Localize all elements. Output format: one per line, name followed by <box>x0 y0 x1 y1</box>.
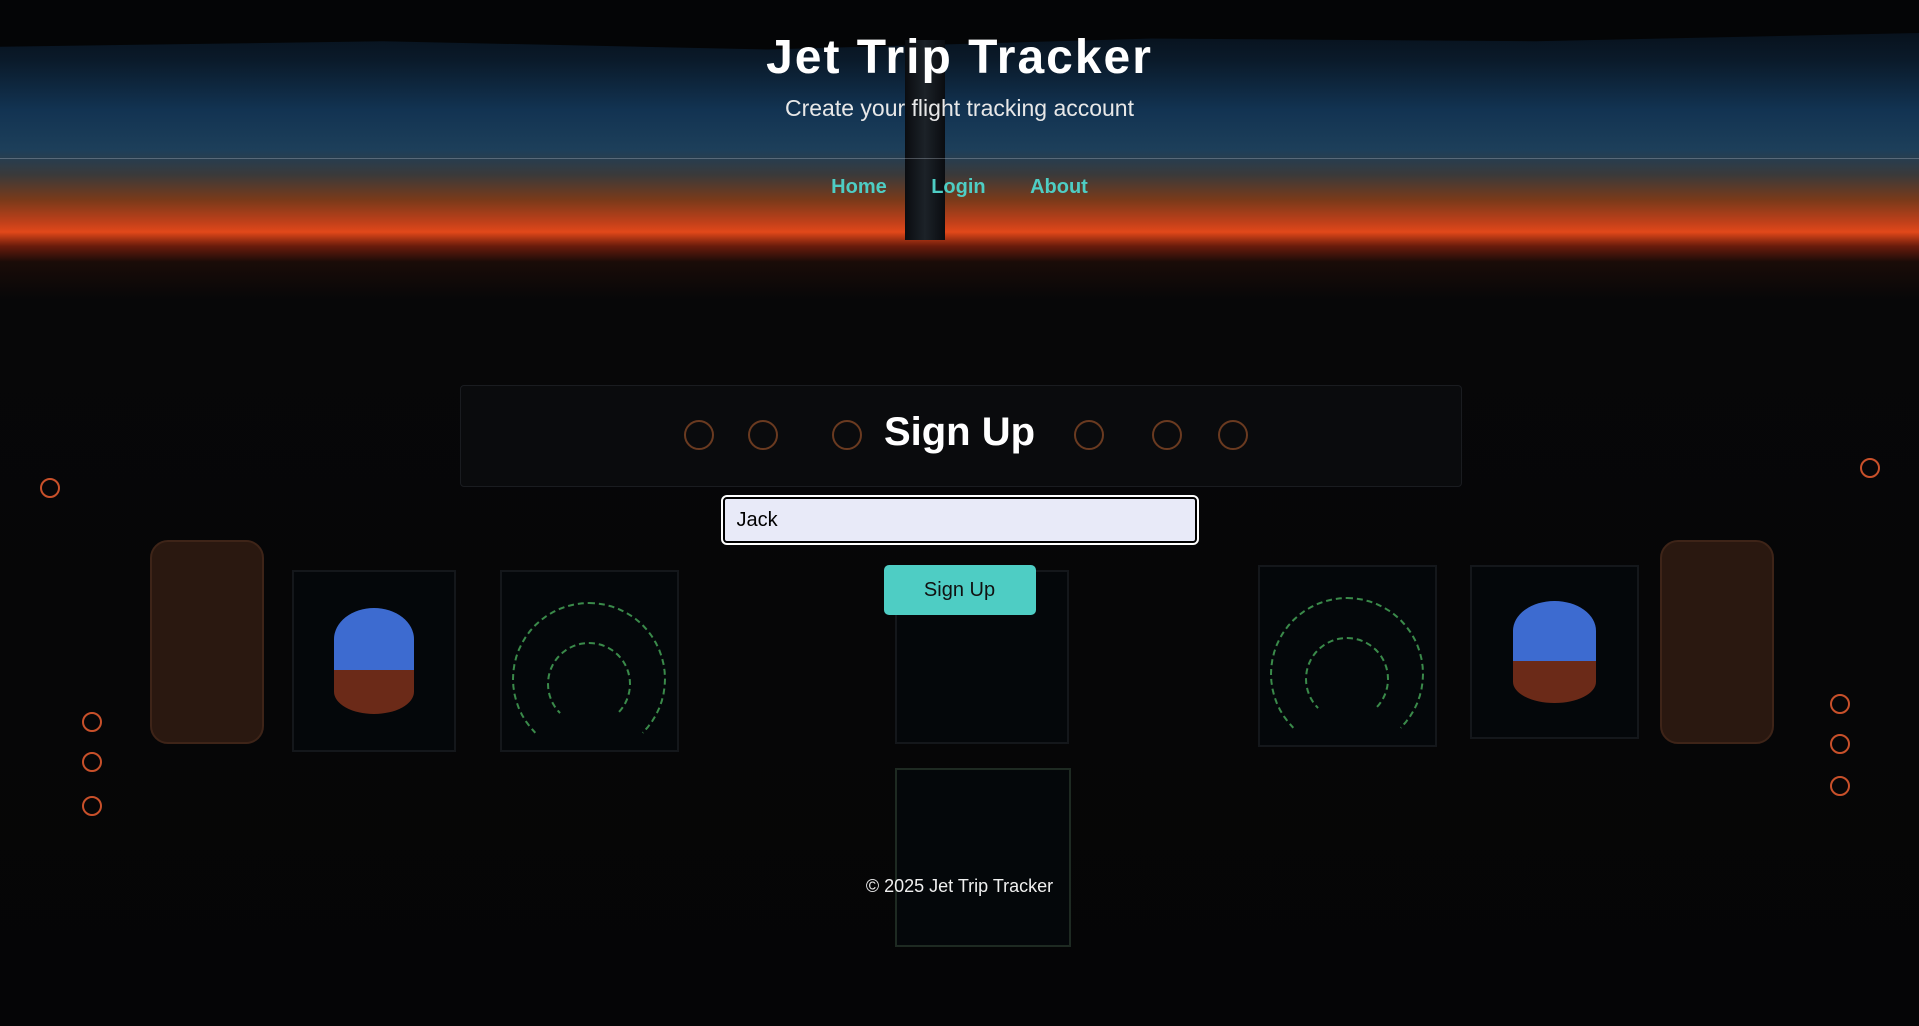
nav-home-link[interactable]: Home <box>831 176 887 199</box>
nav-login-link[interactable]: Login <box>931 176 985 199</box>
nd-arc <box>1305 637 1389 721</box>
pfd-ground <box>334 669 414 715</box>
nav-about-link[interactable]: About <box>1030 176 1088 199</box>
name-input[interactable] <box>720 495 1199 545</box>
site-subtitle: Create your flight tracking account <box>784 95 1134 121</box>
sign-up-button[interactable]: Sign Up <box>883 565 1036 615</box>
pfd-sky <box>334 607 414 670</box>
pfd-ground <box>1513 660 1596 703</box>
left-panel-light <box>82 752 102 772</box>
site-header: Jet Trip Tracker Create your flight trac… <box>0 0 1919 159</box>
footer-copyright: © 2025 Jet Trip Tracker <box>865 876 1054 896</box>
left-panel-light <box>82 796 102 816</box>
site-footer: © 2025 Jet Trip Tracker <box>0 876 1919 897</box>
nd-arc <box>547 642 631 726</box>
right-panel-light <box>1830 734 1850 754</box>
left-panel-light <box>82 712 102 732</box>
signup-title: Sign Up <box>883 410 1036 454</box>
right-panel-light <box>1830 776 1850 796</box>
signup-section: Sign Up Sign Up <box>0 410 1919 615</box>
right-panel-light <box>1830 694 1850 714</box>
main-nav: Home Login About <box>0 176 1919 199</box>
site-title: Jet Trip Tracker <box>766 31 1153 84</box>
lower-ecam-display <box>895 768 1071 947</box>
